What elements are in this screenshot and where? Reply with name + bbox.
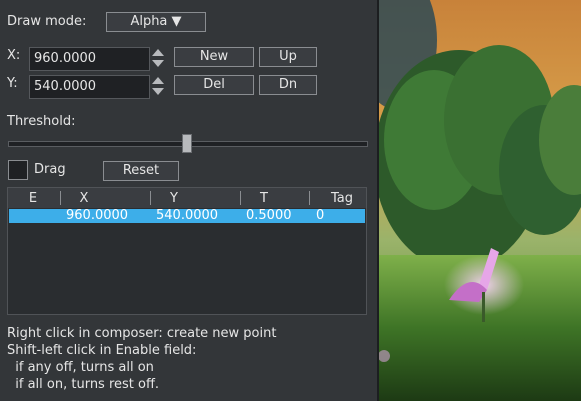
points-table[interactable]: E X Y T Tag 960.0000 540.0000 0.5000 0	[7, 187, 367, 315]
help-line: if any off, turns all on	[7, 360, 154, 375]
new-point-button[interactable]: New	[174, 47, 254, 67]
table-row[interactable]: 960.0000 540.0000 0.5000 0	[9, 208, 365, 223]
cell-t: 0.5000	[246, 208, 292, 223]
column-header-x[interactable]: X	[78, 191, 90, 206]
reset-button[interactable]: Reset	[103, 161, 179, 181]
move-up-button[interactable]: Up	[259, 47, 317, 67]
draw-mode-label: Draw mode:	[7, 14, 87, 29]
drag-label: Drag	[34, 162, 66, 177]
cell-x: 960.0000	[66, 208, 129, 223]
move-down-button[interactable]: Dn	[259, 75, 317, 95]
column-divider	[60, 191, 61, 205]
cell-tag: 0	[316, 208, 325, 223]
column-header-tag[interactable]: Tag	[328, 191, 356, 206]
y-label: Y:	[7, 76, 18, 91]
table-header: E X Y T Tag	[8, 188, 366, 208]
y-spinner-icon[interactable]	[151, 75, 165, 97]
cell-y: 540.0000	[156, 208, 219, 223]
help-text: Right click in composer: create new poin…	[7, 325, 276, 393]
column-divider	[309, 191, 310, 205]
draw-mode-dropdown[interactable]: Alpha ▼	[106, 12, 206, 32]
help-line: Shift-left click in Enable field:	[7, 343, 197, 358]
x-input[interactable]	[29, 47, 150, 71]
chevron-down-icon: ▼	[171, 14, 182, 29]
threshold-label: Threshold:	[7, 114, 76, 129]
delete-point-button[interactable]: Del	[174, 75, 254, 95]
help-line: Right click in composer: create new poin…	[7, 326, 277, 341]
column-divider	[240, 191, 241, 205]
column-header-t[interactable]: T	[258, 191, 270, 206]
draw-mode-value: Alpha	[130, 14, 168, 29]
x-label: X:	[7, 48, 21, 63]
drag-checkbox[interactable]	[8, 160, 28, 180]
settings-panel: Draw mode: Alpha ▼ X: New Up Y: Del Dn T…	[0, 0, 377, 401]
column-header-y[interactable]: Y	[168, 191, 180, 206]
column-header-e[interactable]: E	[26, 191, 40, 206]
y-input[interactable]	[29, 75, 150, 99]
threshold-slider-handle[interactable]	[182, 134, 192, 153]
composer-preview-image[interactable]	[379, 0, 581, 401]
help-line: if all on, turns rest off.	[7, 377, 160, 392]
x-spinner-icon[interactable]	[151, 47, 165, 69]
column-divider	[150, 191, 151, 205]
